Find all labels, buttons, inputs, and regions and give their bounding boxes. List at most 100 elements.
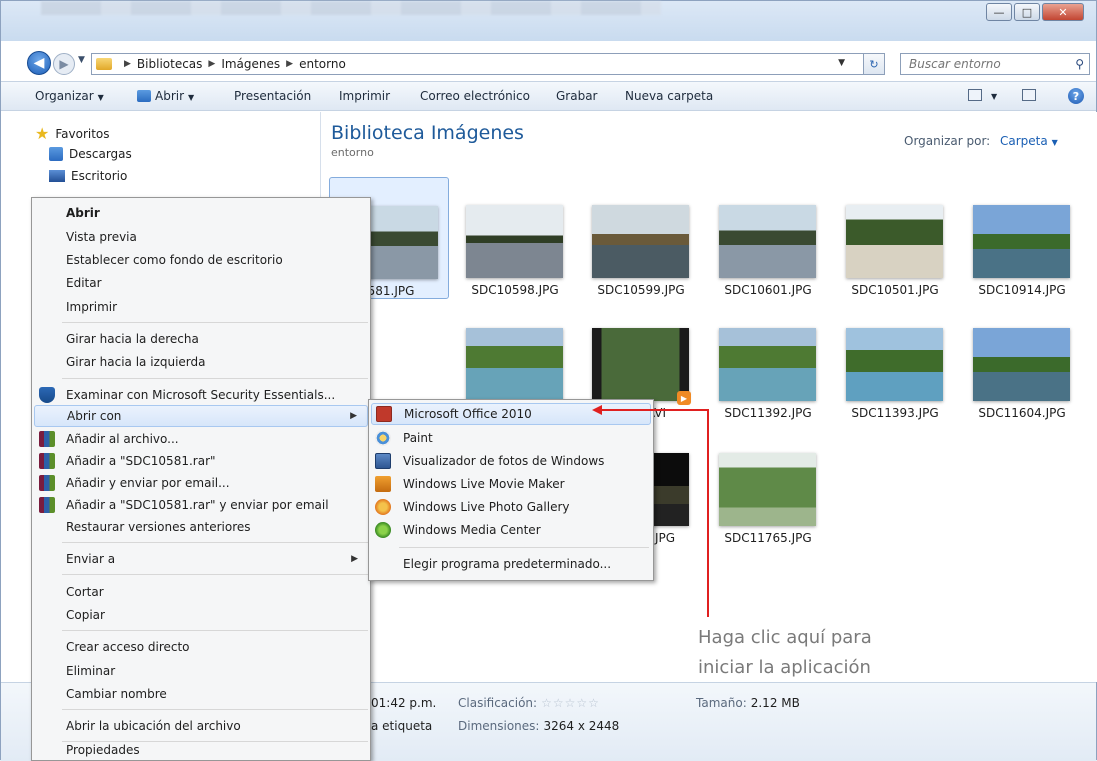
address-dropdown-icon[interactable]: ▼	[838, 58, 845, 68]
menu-item-fondo-escritorio[interactable]: Establecer como fondo de escritorio	[34, 249, 368, 271]
breadcrumb-arrow-icon[interactable]: ▶	[208, 59, 215, 69]
organize-button[interactable]: Organizar ▼	[35, 89, 104, 103]
thumbnail-item[interactable]: SDC11604.JPG	[962, 300, 1082, 422]
menu-item-eliminar[interactable]: Eliminar	[34, 660, 368, 682]
thumbnail-image	[846, 328, 943, 401]
thumbnail-item[interactable]: SDC10599.JPG	[581, 177, 701, 299]
rating-field[interactable]: Clasificación: ☆☆☆☆☆	[458, 696, 600, 710]
breadcrumb-bibliotecas[interactable]: Bibliotecas	[137, 57, 202, 71]
menu-item-abrir-con[interactable]: Abrir con ▶	[34, 405, 368, 427]
menu-item-security-essentials[interactable]: Examinar con Microsoft Security Essentia…	[34, 384, 368, 406]
search-box[interactable]: ⚲	[900, 53, 1090, 75]
size-label: Tamaño:	[696, 696, 747, 710]
submenu-item-choose-default[interactable]: Elegir programa predeterminado...	[371, 553, 651, 575]
menu-item-anadir-rar-email[interactable]: Añadir a "SDC10581.rar" y enviar por ema…	[34, 494, 368, 516]
submenu-item-office[interactable]: Microsoft Office 2010	[371, 403, 651, 425]
menu-item-crear-acceso[interactable]: Crear acceso directo	[34, 636, 368, 658]
submenu-item-label: Paint	[403, 431, 433, 445]
forward-arrow-icon: ▶	[59, 57, 69, 71]
menu-item-abrir[interactable]: Abrir	[34, 202, 368, 224]
presentation-button[interactable]: Presentación	[234, 89, 311, 103]
rating-stars-icon[interactable]: ☆☆☆☆☆	[541, 696, 600, 710]
address-bar[interactable]: ▶ Bibliotecas ▶ Imágenes ▶ entorno ▼	[91, 53, 884, 75]
minimize-button[interactable]: —	[986, 3, 1012, 21]
thumbnail-image	[719, 453, 816, 526]
back-button[interactable]: ◀	[27, 51, 51, 75]
close-icon: ✕	[1058, 5, 1068, 19]
menu-item-abrir-ubicacion[interactable]: Abrir la ubicación del archivo	[34, 715, 368, 737]
menu-item-label: Añadir a "SDC10581.rar"	[66, 454, 216, 468]
menu-item-restaurar-versiones[interactable]: Restaurar versiones anteriores	[34, 516, 368, 538]
open-button[interactable]: Abrir ▼	[137, 89, 194, 103]
new-folder-button[interactable]: Nueva carpeta	[625, 89, 713, 103]
arrange-by-label: Organizar por:	[904, 134, 991, 148]
menu-item-cortar[interactable]: Cortar	[34, 581, 368, 603]
breadcrumb-arrow-icon[interactable]: ▶	[286, 59, 293, 69]
menu-item-label: Añadir a "SDC10581.rar" y enviar por ema…	[66, 498, 329, 512]
email-button[interactable]: Correo electrónico	[420, 89, 530, 103]
view-dropdown-icon[interactable]: ▼	[991, 92, 997, 101]
menu-item-girar-derecha[interactable]: Girar hacia la derecha	[34, 328, 368, 350]
maximize-button[interactable]: □	[1014, 3, 1040, 21]
menu-item-cambiar-nombre[interactable]: Cambiar nombre	[34, 683, 368, 705]
sidebar-item-favoritos[interactable]: ★ Favoritos	[35, 124, 110, 143]
burn-button[interactable]: Grabar	[556, 89, 598, 103]
menu-item-imprimir[interactable]: Imprimir	[34, 296, 368, 318]
menu-item-anadir-rar[interactable]: Añadir a "SDC10581.rar"	[34, 450, 368, 472]
menu-item-label: Añadir y enviar por email...	[66, 476, 230, 490]
submenu-item-paint[interactable]: Paint	[371, 427, 651, 449]
submenu-item-photo-gallery[interactable]: Windows Live Photo Gallery	[371, 496, 651, 518]
back-arrow-icon: ◀	[33, 55, 45, 71]
print-button[interactable]: Imprimir	[339, 89, 390, 103]
office-picture-manager-icon	[376, 406, 392, 422]
menu-item-copiar[interactable]: Copiar	[34, 604, 368, 626]
sidebar-item-label: Escritorio	[71, 169, 128, 183]
thumbnail-item[interactable]: SDC11765.JPG	[708, 425, 828, 547]
menu-item-propiedades[interactable]: Propiedades	[34, 739, 368, 761]
thumbnail-item[interactable]: SDC11393.JPG	[835, 300, 955, 422]
menu-item-girar-izquierda[interactable]: Girar hacia la izquierda	[34, 351, 368, 373]
thumbnail-image	[592, 205, 689, 278]
view-options-icon[interactable]	[968, 89, 982, 101]
breadcrumb-entorno[interactable]: entorno	[299, 57, 346, 71]
refresh-icon: ↻	[869, 57, 879, 71]
preview-pane-icon[interactable]	[1022, 89, 1036, 101]
forward-button[interactable]: ▶	[53, 53, 75, 75]
menu-item-enviar-a[interactable]: Enviar a ▶	[34, 548, 368, 570]
history-dropdown-icon[interactable]: ▼	[78, 55, 85, 65]
help-icon[interactable]: ?	[1068, 88, 1084, 104]
menu-item-label: Añadir al archivo...	[66, 432, 179, 446]
menu-item-anadir-archivo[interactable]: Añadir al archivo...	[34, 428, 368, 450]
folder-icon	[96, 58, 112, 70]
menu-item-editar[interactable]: Editar	[34, 272, 368, 294]
arrange-by-value: Carpeta	[1000, 134, 1048, 148]
thumbnail-label: SDC11765.JPG	[724, 531, 812, 545]
search-input[interactable]	[907, 56, 1067, 72]
submenu-item-media-center[interactable]: Windows Media Center	[371, 519, 651, 541]
thumbnail-item[interactable]: SDC10501.JPG	[835, 177, 955, 299]
submenu-item-movie-maker[interactable]: Windows Live Movie Maker	[371, 473, 651, 495]
sidebar-item-descargas[interactable]: Descargas	[49, 147, 132, 161]
tags-value[interactable]: a etiqueta	[371, 719, 432, 733]
submenu-item-photo-viewer[interactable]: Visualizador de fotos de Windows	[371, 450, 651, 472]
breadcrumb-imagenes[interactable]: Imágenes	[221, 57, 280, 71]
close-button[interactable]: ✕	[1042, 3, 1084, 21]
thumbnail-item[interactable]: SDC11392.JPG	[708, 300, 828, 422]
media-center-icon	[375, 522, 391, 538]
thumbnail-item[interactable]: SDC10601.JPG	[708, 177, 828, 299]
winrar-icon	[39, 431, 55, 447]
menu-separator	[62, 574, 368, 575]
breadcrumb-arrow-icon[interactable]: ▶	[124, 59, 131, 69]
thumbnail-item[interactable]: SDC10914.JPG	[962, 177, 1082, 299]
menu-item-anadir-email[interactable]: Añadir y enviar por email...	[34, 472, 368, 494]
menu-separator	[62, 709, 368, 710]
arrange-by-dropdown[interactable]: Carpeta ▼	[1000, 134, 1058, 148]
annotation-text: Haga clic aquí para iniciar la aplicació…	[698, 623, 872, 683]
sidebar-item-escritorio[interactable]: Escritorio	[49, 169, 127, 183]
chevron-down-icon: ▼	[97, 93, 104, 102]
search-icon[interactable]: ⚲	[1075, 57, 1084, 71]
refresh-button[interactable]: ↻	[863, 53, 885, 75]
thumbnail-item[interactable]: SDC10598.JPG	[455, 177, 575, 299]
open-with-submenu: Microsoft Office 2010 Paint Visualizador…	[368, 399, 654, 581]
menu-item-vista-previa[interactable]: Vista previa	[34, 226, 368, 248]
